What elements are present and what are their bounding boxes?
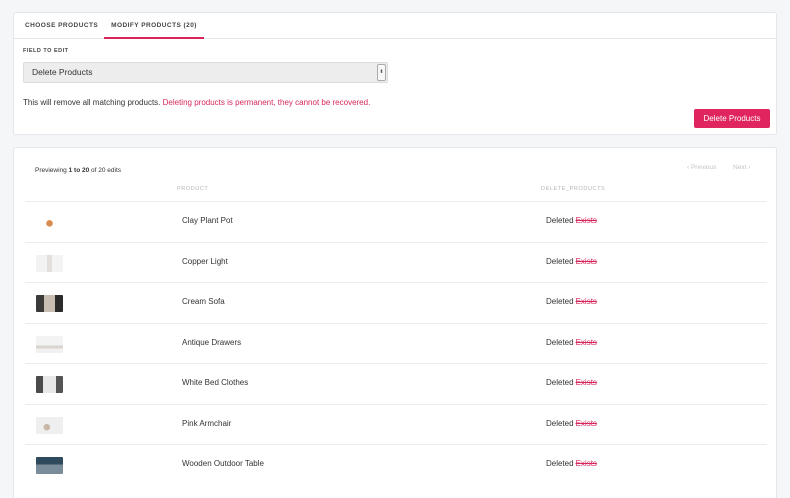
product-thumbnail bbox=[36, 416, 63, 434]
new-value: Deleted bbox=[546, 378, 574, 387]
preview-suffix: of 20 edits bbox=[91, 167, 122, 174]
old-value: Exists bbox=[575, 216, 597, 225]
tab-bar: CHOOSE PRODUCTS MODIFY PRODUCTS (20) bbox=[14, 13, 776, 39]
column-header-product: PRODUCT bbox=[177, 186, 209, 192]
product-name: White Bed Clothes bbox=[182, 378, 249, 387]
field-to-edit-label: FIELD TO EDIT bbox=[23, 48, 69, 54]
preview-table: Clay Plant Pot Deleted Exists Copper Ligh… bbox=[25, 201, 767, 485]
old-value: Exists bbox=[575, 459, 597, 468]
product-name: Copper Light bbox=[182, 256, 228, 266]
previous-page-link[interactable]: ‹ Previous bbox=[687, 164, 716, 171]
preview-range: 1 to 20 bbox=[68, 167, 90, 174]
product-thumbnail bbox=[36, 335, 63, 353]
product-thumbnail bbox=[36, 254, 63, 272]
table-row: Antique Drawers Deleted Exists bbox=[25, 322, 767, 364]
table-row: White Bed Clothes Deleted Exists bbox=[25, 363, 767, 404]
table-row: Clay Plant Pot Deleted Exists bbox=[25, 201, 767, 242]
product-thumbnail bbox=[36, 214, 63, 231]
delete-status: Deleted Exists bbox=[546, 459, 597, 468]
product-thumbnail bbox=[36, 376, 63, 393]
warning-text: This will remove all matching products. bbox=[23, 98, 161, 107]
product-thumbnail bbox=[36, 457, 63, 474]
old-value: Exists bbox=[575, 256, 597, 266]
old-value: Exists bbox=[575, 418, 597, 428]
old-value: Exists bbox=[575, 337, 597, 347]
product-name: Pink Armchair bbox=[182, 418, 232, 428]
new-value: Deleted bbox=[546, 418, 574, 428]
delete-status: Deleted Exists bbox=[546, 257, 597, 266]
delete-status: Deleted Exists bbox=[546, 419, 597, 428]
old-value: Exists bbox=[575, 378, 597, 387]
column-header-delete-products: DELETE_PRODUCTS bbox=[541, 186, 606, 192]
table-row: Wooden Outdoor Table Deleted Exists bbox=[25, 444, 767, 485]
delete-status: Deleted Exists bbox=[546, 378, 597, 387]
field-to-edit-value: Delete Products bbox=[32, 67, 93, 77]
preview-summary: Previewing 1 to 20 of 20 edits bbox=[35, 167, 121, 174]
new-value: Deleted bbox=[546, 297, 574, 306]
new-value: Deleted bbox=[546, 216, 574, 225]
new-value: Deleted bbox=[546, 459, 574, 468]
product-name: Cream Sofa bbox=[182, 297, 225, 306]
delete-warning: This will remove all matching products. … bbox=[23, 98, 370, 107]
product-thumbnail bbox=[36, 295, 63, 312]
preview-prefix: Previewing bbox=[35, 167, 67, 174]
delete-status: Deleted Exists bbox=[546, 297, 597, 306]
tab-modify-products[interactable]: MODIFY PRODUCTS (20) bbox=[104, 13, 204, 39]
product-name: Antique Drawers bbox=[182, 337, 242, 347]
warning-danger-text: Deleting products is permanent, they can… bbox=[162, 98, 371, 107]
product-name: Clay Plant Pot bbox=[182, 216, 233, 225]
chevron-down-icon[interactable]: ⬍ bbox=[377, 64, 386, 81]
edit-settings-card: CHOOSE PRODUCTS MODIFY PRODUCTS (20) FIE… bbox=[13, 12, 777, 135]
next-page-link[interactable]: Next › bbox=[733, 164, 750, 171]
table-row: Copper Light Deleted Exists bbox=[25, 241, 767, 283]
new-value: Deleted bbox=[546, 256, 574, 266]
old-value: Exists bbox=[575, 297, 597, 306]
field-to-edit-select[interactable]: Delete Products ⬍ bbox=[23, 62, 388, 83]
preview-card: Previewing 1 to 20 of 20 edits ‹ Previou… bbox=[13, 147, 777, 498]
delete-products-button[interactable]: Delete Products bbox=[694, 109, 770, 128]
tab-choose-products[interactable]: CHOOSE PRODUCTS bbox=[25, 13, 98, 39]
delete-status: Deleted Exists bbox=[546, 216, 597, 225]
table-row: Pink Armchair Deleted Exists bbox=[25, 403, 767, 445]
product-name: Wooden Outdoor Table bbox=[182, 459, 264, 468]
new-value: Deleted bbox=[546, 337, 574, 347]
delete-status: Deleted Exists bbox=[546, 338, 597, 347]
table-row: Cream Sofa Deleted Exists bbox=[25, 282, 767, 323]
